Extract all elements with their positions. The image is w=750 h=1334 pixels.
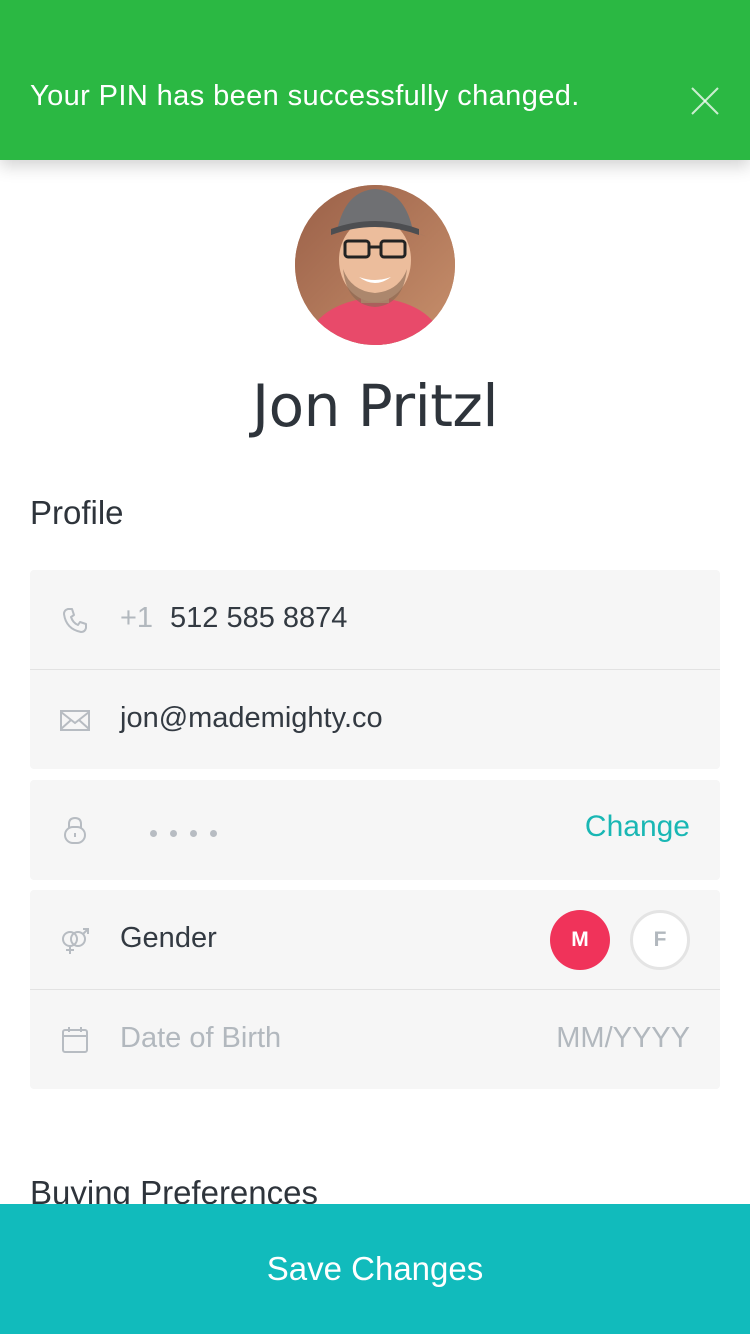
phone-icon (63, 608, 87, 633)
email-row[interactable]: jon@mademighty.co (30, 669, 720, 769)
pin-row: Change (30, 780, 720, 880)
profile-name: Jon Pritzl (251, 372, 499, 440)
country-code[interactable]: +1 (120, 602, 153, 635)
close-icon[interactable] (686, 82, 724, 120)
gender-option-male[interactable]: M (550, 910, 610, 970)
dob-row[interactable]: Date of Birth MM/YYYY (30, 989, 720, 1089)
avatar[interactable] (295, 185, 455, 345)
dob-field[interactable]: MM/YYYY (556, 1022, 690, 1055)
success-toast: Your PIN has been successfully changed. (0, 0, 750, 160)
contact-card: +1 512 585 8874 jon@mademighty.co (30, 570, 720, 769)
toast-message: Your PIN has been successfully changed. (30, 80, 580, 112)
phone-field[interactable]: 512 585 8874 (170, 602, 347, 635)
gender-option-female[interactable]: F (630, 910, 690, 970)
dob-label: Date of Birth (120, 1022, 282, 1054)
gender-row: Gender M F (30, 890, 720, 989)
gender-icon (62, 928, 89, 954)
section-title-profile: Profile (30, 494, 124, 531)
save-changes-button[interactable]: Save Changes (0, 1204, 750, 1334)
email-field[interactable]: jon@mademighty.co (120, 702, 383, 735)
phone-row[interactable]: +1 512 585 8874 (30, 570, 720, 669)
lock-icon (64, 816, 86, 844)
gender-label: Gender (120, 922, 217, 954)
calendar-icon (62, 1027, 88, 1053)
user-avatar-photo (295, 185, 455, 345)
pin-card: Change (30, 780, 720, 880)
personal-card: Gender M F Date of Birth MM/YYYY (30, 890, 720, 1089)
change-pin-link[interactable]: Change (585, 810, 690, 844)
pin-masked-value (150, 824, 230, 842)
mail-icon (60, 710, 90, 731)
